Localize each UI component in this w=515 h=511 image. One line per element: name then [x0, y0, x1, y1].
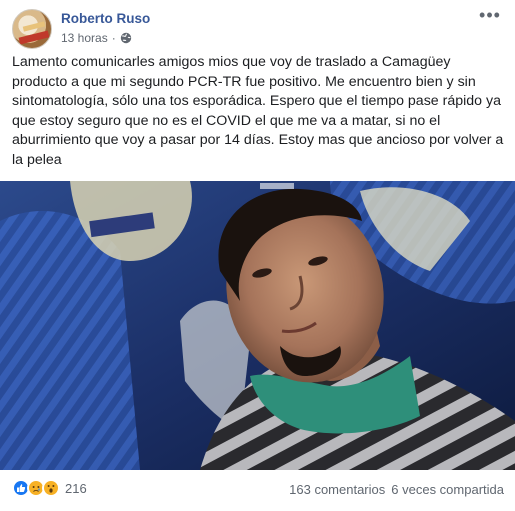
- post-footer: 216 163 comentarios 6 veces compartida: [12, 477, 504, 503]
- globe-icon[interactable]: [120, 32, 132, 44]
- reaction-count[interactable]: 216: [65, 481, 87, 496]
- reactions-summary[interactable]: 216: [12, 479, 87, 497]
- avatar[interactable]: [12, 9, 52, 49]
- facebook-post: Roberto Ruso 13 horas · ••• Lamento comu…: [0, 0, 515, 511]
- post-photo[interactable]: [0, 181, 515, 470]
- post-timestamp[interactable]: 13 horas: [61, 31, 108, 45]
- author-name[interactable]: Roberto Ruso: [61, 11, 150, 26]
- more-options-icon[interactable]: •••: [478, 6, 502, 28]
- post-meta: 13 horas ·: [61, 31, 132, 45]
- comments-count[interactable]: 163 comentarios: [289, 482, 385, 497]
- post-header: Roberto Ruso 13 horas · •••: [12, 6, 502, 52]
- post-text: Lamento comunicarles amigos mios que voy…: [12, 54, 504, 168]
- post-stats: 163 comentarios 6 veces compartida: [289, 482, 504, 497]
- wow-reaction-icon[interactable]: [42, 479, 60, 497]
- shares-count[interactable]: 6 veces compartida: [391, 482, 504, 497]
- meta-separator: ·: [111, 31, 116, 45]
